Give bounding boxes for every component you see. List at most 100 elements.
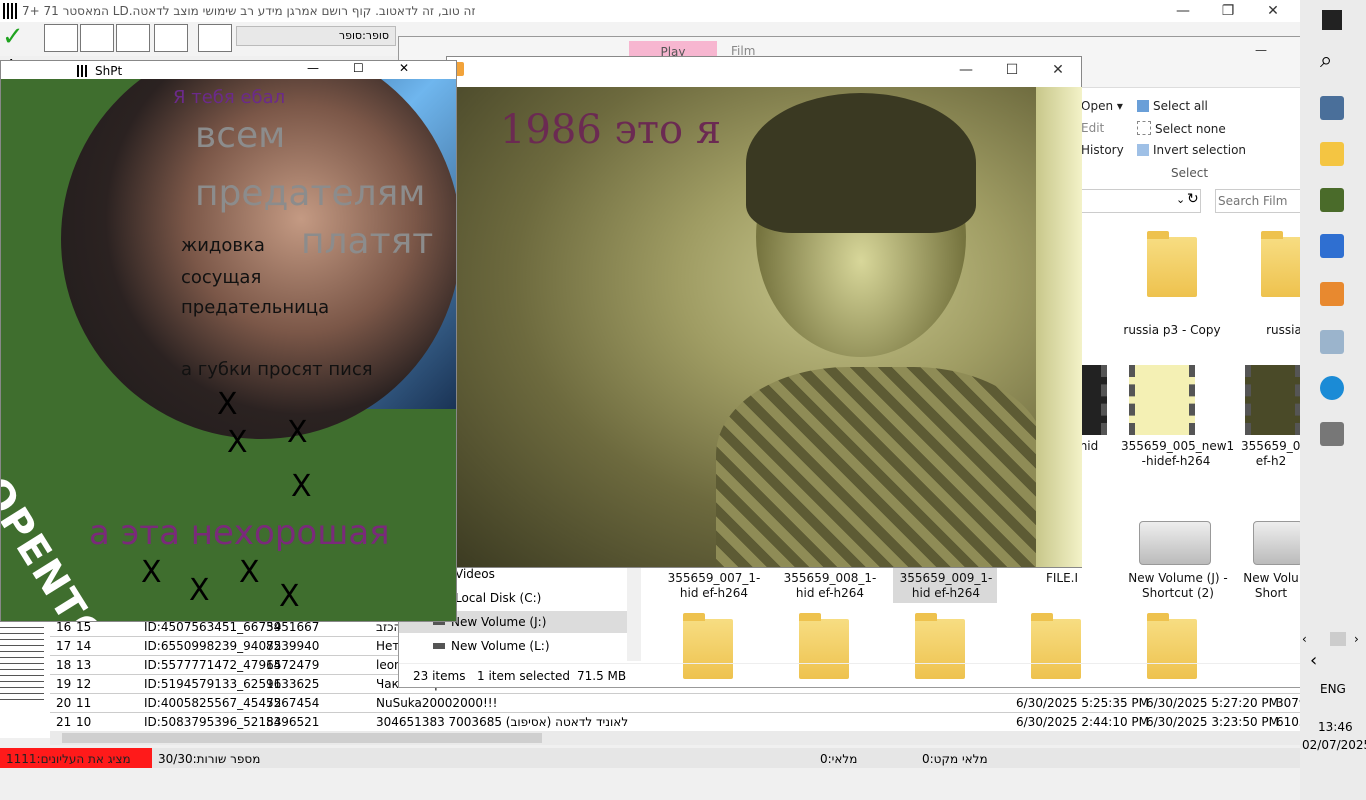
- search-input[interactable]: [1215, 189, 1305, 213]
- table-cell-key: ID:4005825567_45472: [144, 696, 282, 710]
- photo-image: 1986 это я: [456, 87, 1082, 567]
- drive-shortcut-icon[interactable]: [1139, 521, 1211, 565]
- invert-selection-button[interactable]: Invert selection: [1137, 143, 1246, 157]
- table-cell-date2: 6/30/2025 3:23:50 PM: [1146, 715, 1280, 729]
- photo-hair: [746, 93, 976, 233]
- nav-videos[interactable]: Videos: [455, 567, 495, 581]
- item-video-007[interactable]: 355659_007_1-hid ef-h264: [659, 571, 769, 601]
- select-none-button[interactable]: Select none: [1137, 121, 1226, 136]
- close-button[interactable]: ✕: [1250, 0, 1296, 22]
- table-row[interactable]: 21 10 ID:5083795396_52184 5396521 304651383 …: [50, 713, 1307, 732]
- nav-scrollbar[interactable]: [627, 565, 641, 661]
- table-cell-n: 18: [56, 658, 72, 672]
- horizontal-scrollbar[interactable]: [50, 731, 1300, 745]
- tray-chevron-icon[interactable]: ‹: [1310, 650, 1317, 671]
- item-russia-p3-copy[interactable]: russia p3 - Copy: [1117, 323, 1227, 338]
- clock-time[interactable]: 13:46: [1318, 720, 1353, 734]
- nav-new-volume-j[interactable]: New Volume (J:): [451, 615, 546, 629]
- shpt-taskbar-icon[interactable]: [1320, 422, 1344, 446]
- table-cell-n: 19: [56, 677, 72, 691]
- stock-count: מלאי:0: [820, 752, 858, 766]
- scroll-thumb[interactable]: [1330, 632, 1346, 646]
- item-file[interactable]: FILE.I: [1007, 571, 1117, 586]
- selected-size: 71.5 MB: [577, 669, 627, 683]
- edit-button[interactable]: Edit: [1081, 121, 1104, 135]
- table-cell-code: 5567454: [266, 696, 320, 710]
- item-drive-shortcut[interactable]: New Volume (J) - Shortcut (2): [1123, 571, 1233, 601]
- table-row[interactable]: 20 11 ID:4005825567_45472 5567454 NuSuka2000…: [50, 694, 1307, 713]
- shpt-close-button[interactable]: ✕: [399, 61, 409, 75]
- select-all-icon: [1137, 100, 1149, 112]
- table-cell-key: ID:5083795396_52184: [144, 715, 282, 729]
- chevron-down-icon[interactable]: ⌄: [1176, 193, 1185, 206]
- language-indicator[interactable]: ENG: [1320, 682, 1346, 696]
- folder-icon[interactable]: [1147, 231, 1197, 297]
- maximize-button[interactable]: ❐: [1205, 0, 1251, 22]
- clock-date[interactable]: 02/07/2025: [1302, 738, 1366, 752]
- video-thumbnail-icon[interactable]: [1129, 365, 1195, 435]
- table-cell-code: 5396521: [266, 715, 320, 729]
- status-alert-text: מציג את העליונים:1111: [6, 752, 131, 766]
- photo-caption: 1986 это я: [500, 107, 722, 153]
- nav-new-volume-l[interactable]: New Volume (L:): [451, 639, 550, 653]
- taskbar: ⌕ ‹ › ‹ ENG 13:46 02/07/2025: [1300, 0, 1366, 800]
- viewer-close-button[interactable]: ✕: [1035, 59, 1081, 81]
- x-mark-icon: X: [227, 425, 248, 460]
- refresh-icon[interactable]: ↻: [1187, 191, 1199, 207]
- photo-shirt: [716, 367, 1046, 567]
- monitor-icon[interactable]: [1320, 330, 1344, 354]
- scroll-left-icon[interactable]: ‹: [1302, 632, 1307, 646]
- edge-icon[interactable]: [1320, 376, 1344, 400]
- item-video-008[interactable]: 355659_008_1-hid ef-h264: [775, 571, 885, 601]
- table-cell-code: 1472479: [266, 658, 320, 672]
- delete-rows-icon[interactable]: [116, 24, 150, 52]
- app-icon-2[interactable]: [1320, 188, 1344, 212]
- status-alert: מציג את העליונים:1111: [0, 748, 152, 768]
- x-mark-icon: X: [279, 579, 300, 614]
- history-button[interactable]: History: [1081, 143, 1124, 157]
- nav-local-disk-c[interactable]: Local Disk (C:): [455, 591, 541, 605]
- item-video-009[interactable]: 355659_009_1-hid ef-h264: [891, 571, 1001, 601]
- layout-icon[interactable]: [80, 24, 114, 52]
- address-bar[interactable]: ⌄: [1081, 189, 1201, 213]
- select-all-button[interactable]: Select all: [1137, 99, 1208, 113]
- viewer-minimize-button[interactable]: —: [943, 59, 989, 81]
- media-player-icon[interactable]: [1320, 282, 1344, 306]
- x-mark-icon: X: [291, 469, 312, 504]
- table-cell-id: 13: [76, 658, 92, 672]
- shpt-line-1: Я тебя ебал: [173, 87, 286, 108]
- drive-icon: [433, 643, 445, 649]
- x-mark-icon: X: [189, 573, 210, 608]
- table-cell-key: ID:5577771472_47965: [144, 658, 282, 672]
- window-app-icon[interactable]: [1320, 234, 1344, 258]
- explorer-minimize-button[interactable]: —: [1255, 43, 1267, 57]
- select-none-icon: [1137, 121, 1151, 135]
- shpt-line-3: предателям: [195, 173, 426, 214]
- scroll-right-icon[interactable]: ›: [1354, 632, 1359, 646]
- shpt-minimize-button[interactable]: —: [307, 61, 319, 75]
- main-window-title: המאסטר 71 +7 LD.זה טוב, זה לדאטוב. קוף ר…: [22, 4, 476, 18]
- search-icon[interactable]: ⌕: [1320, 48, 1332, 73]
- grid-view-icon[interactable]: [44, 24, 78, 52]
- open-button[interactable]: Open ▾: [1081, 99, 1123, 113]
- shpt-maximize-button[interactable]: ☐: [353, 61, 364, 75]
- export-icon[interactable]: [198, 24, 232, 52]
- toolbar-field[interactable]: סופר:סופר: [236, 26, 396, 46]
- shpt-line-9: а эта нехорошая: [89, 513, 390, 553]
- drive-shortcut-icon[interactable]: [1253, 521, 1303, 565]
- item-video-005[interactable]: 355659_005_new1 -hidef-h264: [1121, 439, 1234, 469]
- shpt-icon: [77, 65, 89, 77]
- video-thumbnail-icon[interactable]: [1245, 365, 1301, 435]
- app-icon-1[interactable]: [1320, 96, 1344, 120]
- windows-start-icon[interactable]: [1322, 10, 1342, 30]
- folder-taskbar-icon[interactable]: [1320, 142, 1344, 166]
- viewer-maximize-button[interactable]: ☐: [989, 59, 1035, 81]
- item-drive-shortcut-2[interactable]: New Volu Short: [1241, 571, 1301, 601]
- x-mark-icon: X: [141, 555, 162, 590]
- wave-icon[interactable]: [154, 24, 188, 52]
- shpt-line-4: платят: [301, 221, 434, 262]
- minimize-button[interactable]: —: [1160, 0, 1206, 22]
- checkmark-icon[interactable]: ✓: [2, 24, 34, 50]
- item-video-006[interactable]: 355659_00 ef-h2: [1241, 439, 1308, 469]
- shpt-line-7: предательница: [181, 297, 330, 318]
